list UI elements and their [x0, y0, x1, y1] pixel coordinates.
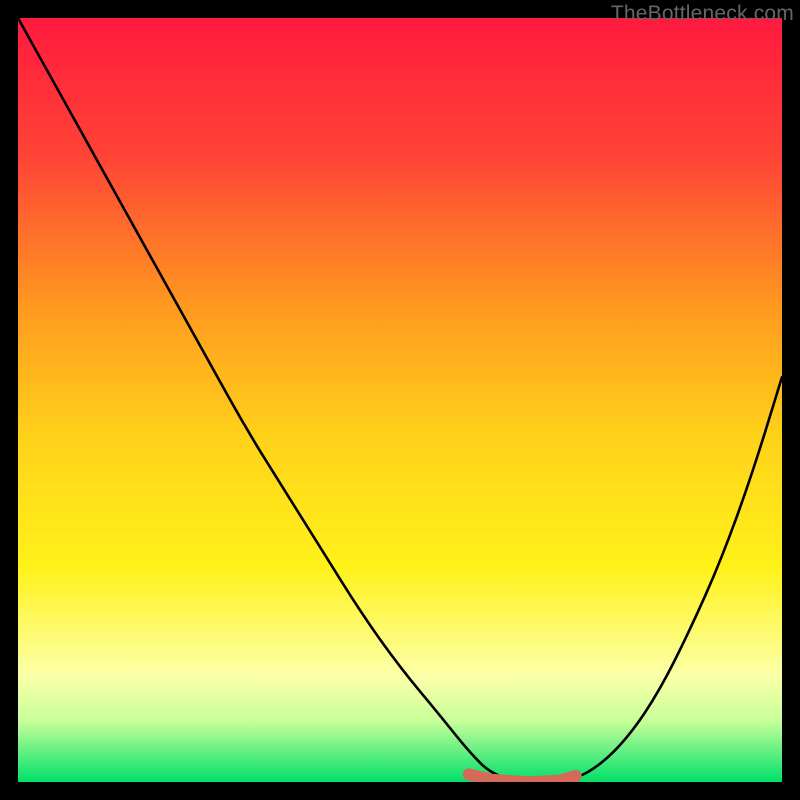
bottleneck-chart [18, 18, 782, 782]
chart-frame [18, 18, 782, 782]
watermark-text: TheBottleneck.com [611, 2, 794, 26]
